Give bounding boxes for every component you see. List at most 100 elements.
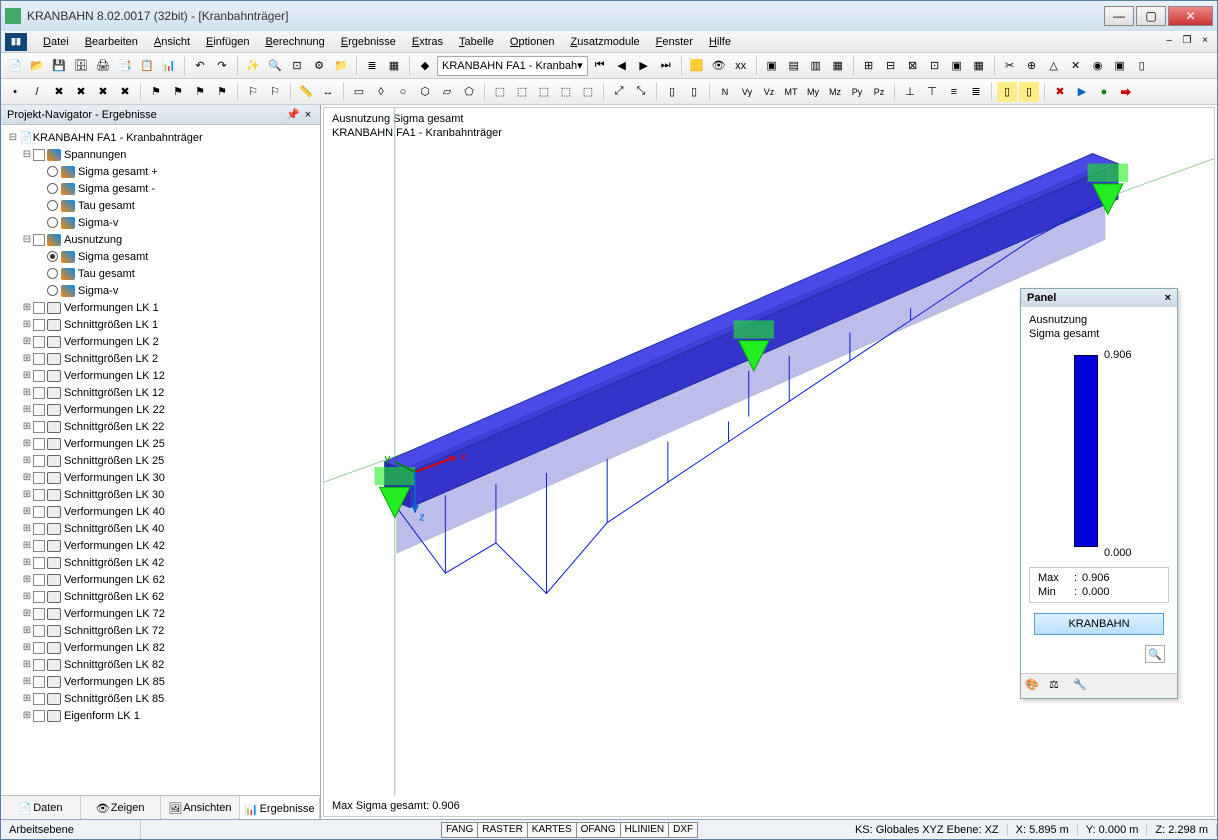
save-icon[interactable]: 💾 (49, 56, 69, 76)
module-icon[interactable]: ◆ (415, 56, 435, 76)
print-icon[interactable]: 🖨 (93, 56, 113, 76)
cross3-icon[interactable]: ✖ (93, 82, 113, 102)
support1-icon[interactable]: ⊥ (900, 82, 920, 102)
wand-icon[interactable]: ✨ (243, 56, 263, 76)
tree-node[interactable]: ⊞Verformungen LK 22 (3, 401, 318, 418)
navigator-tree[interactable]: ⊟📄 KRANBAHN FA1 - Kranbahnträger⊟Spannun… (1, 125, 320, 795)
save-all-icon[interactable]: 🗄 (71, 56, 91, 76)
tree-node[interactable]: ⊞Schnittgrößen LK 85 (3, 690, 318, 707)
force-n-icon[interactable]: N (715, 82, 735, 102)
iso2-icon[interactable]: ⬚ (512, 82, 532, 102)
panel-titlebar[interactable]: Panel × (1021, 289, 1177, 307)
viewport-3d[interactable]: Ausnutzung Sigma gesamt KRANBAHN FA1 - K… (323, 107, 1215, 817)
nav-first-icon[interactable]: ⏮ (590, 56, 610, 76)
iso5-icon[interactable]: ⬚ (578, 82, 598, 102)
support2-icon[interactable]: ⊤ (922, 82, 942, 102)
force-mt-icon[interactable]: MT (781, 82, 801, 102)
cross4-icon[interactable]: ✖ (115, 82, 135, 102)
tree-node[interactable]: ⊞Schnittgrößen LK 82 (3, 656, 318, 673)
tool-d-icon[interactable]: ✕ (1066, 56, 1086, 76)
support3-icon[interactable]: ≡ (944, 82, 964, 102)
palette-icon[interactable]: 🎨 (1025, 678, 1043, 694)
nav-prev-icon[interactable]: ◀ (612, 56, 632, 76)
tool-g-icon[interactable]: ▯ (1132, 56, 1152, 76)
exit-icon[interactable]: ⮕ (1116, 82, 1136, 102)
tree-node[interactable]: ⊞Verformungen LK 2 (3, 333, 318, 350)
sel2-icon[interactable]: ◊ (371, 82, 391, 102)
tool-e-icon[interactable]: ◉ (1088, 56, 1108, 76)
tool-a-icon[interactable]: ✂ (1000, 56, 1020, 76)
tree-node[interactable]: ⊞Verformungen LK 40 (3, 503, 318, 520)
mdi-close-button[interactable]: × (1197, 35, 1213, 49)
menu-ergebnisse[interactable]: Ergebnisse (333, 34, 404, 50)
panel-zoom-icon[interactable]: 🔍 (1145, 645, 1165, 663)
flag1-icon[interactable]: ⚑ (146, 82, 166, 102)
flag5-icon[interactable]: ⚐ (243, 82, 263, 102)
tree-node[interactable]: ⊞Schnittgrößen LK 62 (3, 588, 318, 605)
tree-node[interactable]: ⊞Schnittgrößen LK 2 (3, 350, 318, 367)
tree-node[interactable]: ⊞Verformungen LK 30 (3, 469, 318, 486)
force-pz-icon[interactable]: Pz (869, 82, 889, 102)
nav-tab-ergebnisse[interactable]: 📊Ergebnisse (240, 796, 320, 819)
iso3-icon[interactable]: ⬚ (534, 82, 554, 102)
tree-node[interactable]: Sigma gesamt - (3, 180, 318, 197)
node-icon[interactable]: • (5, 82, 25, 102)
minimize-button[interactable]: — (1104, 6, 1134, 26)
tree-node[interactable]: ⊞Verformungen LK 1 (3, 299, 318, 316)
mdi-restore-button[interactable]: ❐ (1179, 35, 1195, 49)
sel1-icon[interactable]: ▭ (349, 82, 369, 102)
tool-b-icon[interactable]: ⊕ (1022, 56, 1042, 76)
menu-hilfe[interactable]: Hilfe (701, 34, 739, 50)
flag2-icon[interactable]: ⚑ (168, 82, 188, 102)
grid6-icon[interactable]: ▦ (969, 56, 989, 76)
force-mz-icon[interactable]: Mz (825, 82, 845, 102)
doc1-icon[interactable]: ▯ (997, 82, 1017, 102)
close-button[interactable]: ✕ (1168, 6, 1213, 26)
tree-node[interactable]: ⊞Verformungen LK 72 (3, 605, 318, 622)
line-icon[interactable]: / (27, 82, 47, 102)
tree-node[interactable]: ⊞Schnittgrößen LK 72 (3, 622, 318, 639)
status-btn-kartes[interactable]: KARTES (527, 822, 577, 838)
navigator-close-icon[interactable]: × (302, 109, 314, 121)
menu-zusatzmodule[interactable]: Zusatzmodule (563, 34, 648, 50)
iso1-icon[interactable]: ⬚ (490, 82, 510, 102)
tree-node[interactable]: ⊞Schnittgrößen LK 1 (3, 316, 318, 333)
measure-icon[interactable]: 📏 (296, 82, 316, 102)
menu-datei[interactable]: Datei (35, 34, 77, 50)
sel3-icon[interactable]: ○ (393, 82, 413, 102)
sel5-icon[interactable]: ▱ (437, 82, 457, 102)
status-btn-dxf[interactable]: DXF (668, 822, 698, 838)
render2-icon[interactable]: ▤ (784, 56, 804, 76)
tree-node[interactable]: Sigma-v (3, 214, 318, 231)
cut1-icon[interactable]: ▯ (662, 82, 682, 102)
render3-icon[interactable]: ▥ (806, 56, 826, 76)
nav-tab-ansichten[interactable]: 🖼Ansichten (161, 796, 241, 819)
menu-extras[interactable]: Extras (404, 34, 451, 50)
tree-node[interactable]: ⊞Verformungen LK 25 (3, 435, 318, 452)
copy-icon[interactable]: 📋 (137, 56, 157, 76)
tree-node[interactable]: ⊟Spannungen (3, 146, 318, 163)
render1-icon[interactable]: ▣ (762, 56, 782, 76)
maximize-button[interactable]: ▢ (1136, 6, 1166, 26)
table-icon[interactable]: ▦ (384, 56, 404, 76)
calc-icon[interactable]: ⚙ (309, 56, 329, 76)
view-eye-icon[interactable]: 👁 (709, 56, 729, 76)
view-x-icon[interactable]: ⤢ (609, 82, 629, 102)
tree-node[interactable]: ⊞Verformungen LK 62 (3, 571, 318, 588)
tool-c-icon[interactable]: △ (1044, 56, 1064, 76)
menu-tabelle[interactable]: Tabelle (451, 34, 502, 50)
filter-icon[interactable]: 🔧 (1073, 678, 1091, 694)
force-my-icon[interactable]: My (803, 82, 823, 102)
pin-icon[interactable]: 📌 (286, 108, 298, 121)
red-x-icon[interactable]: ✖ (1050, 82, 1070, 102)
blue-arrow-icon[interactable]: ▶ (1072, 82, 1092, 102)
kranbahn-button[interactable]: KRANBAHN (1034, 613, 1164, 635)
flag4-icon[interactable]: ⚑ (212, 82, 232, 102)
grid4-icon[interactable]: ⊡ (925, 56, 945, 76)
support4-icon[interactable]: ≣ (966, 82, 986, 102)
menu-ansicht[interactable]: Ansicht (146, 34, 198, 50)
tree-node[interactable]: ⊞Verformungen LK 85 (3, 673, 318, 690)
cut2-icon[interactable]: ▯ (684, 82, 704, 102)
cross1-icon[interactable]: ✖ (49, 82, 69, 102)
view-values-icon[interactable]: xx (731, 56, 751, 76)
